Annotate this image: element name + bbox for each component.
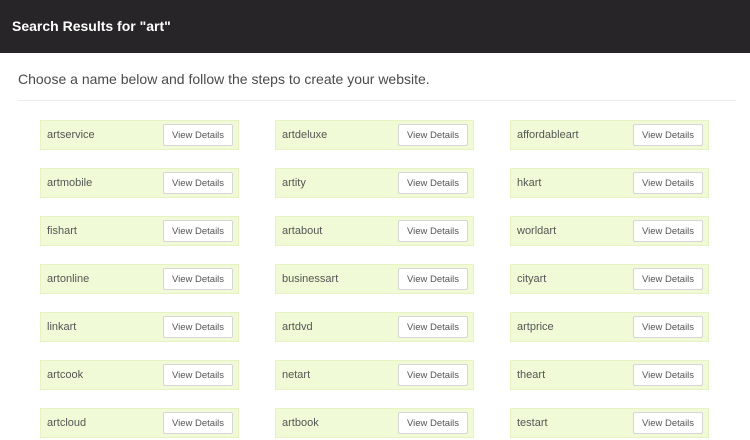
view-details-button[interactable]: View Details [633, 172, 703, 194]
result-name: artity [282, 177, 306, 189]
result-card: affordableart View Details [510, 120, 709, 150]
result-name: artcook [47, 369, 84, 381]
result-card: artabout View Details [275, 216, 474, 246]
result-card: artonline View Details [40, 264, 239, 294]
view-details-button[interactable]: View Details [633, 268, 703, 290]
page-header: Search Results for "art" [0, 0, 750, 53]
result-name: artbook [282, 417, 319, 429]
view-details-button[interactable]: View Details [398, 172, 468, 194]
result-card: linkart View Details [40, 312, 239, 342]
view-details-button[interactable]: View Details [633, 364, 703, 386]
view-details-button[interactable]: View Details [633, 316, 703, 338]
result-card: artdvd View Details [275, 312, 474, 342]
result-card: artmobile View Details [40, 168, 239, 198]
result-name: artdvd [282, 321, 313, 333]
view-details-button[interactable]: View Details [163, 124, 233, 146]
result-card: artcloud View Details [40, 408, 239, 438]
result-card: artbook View Details [275, 408, 474, 438]
result-card: hkart View Details [510, 168, 709, 198]
view-details-button[interactable]: View Details [163, 316, 233, 338]
view-details-button[interactable]: View Details [398, 364, 468, 386]
result-name: artabout [282, 225, 323, 237]
result-name: artdeluxe [282, 129, 328, 141]
result-card: netart View Details [275, 360, 474, 390]
result-card: cityart View Details [510, 264, 709, 294]
result-card: theart View Details [510, 360, 709, 390]
result-card: businessart View Details [275, 264, 474, 294]
view-details-button[interactable]: View Details [163, 220, 233, 242]
view-details-button[interactable]: View Details [398, 124, 468, 146]
result-name: netart [282, 369, 311, 381]
view-details-button[interactable]: View Details [398, 316, 468, 338]
result-name: worldart [517, 225, 557, 237]
result-name: artonline [47, 273, 90, 285]
result-name: artmobile [47, 177, 93, 189]
view-details-button[interactable]: View Details [163, 268, 233, 290]
result-card: artcook View Details [40, 360, 239, 390]
view-details-button[interactable]: View Details [163, 364, 233, 386]
results-grid: artservice View Details artdeluxe View Deta… [40, 120, 710, 438]
view-details-button[interactable]: View Details [398, 220, 468, 242]
result-name: theart [517, 369, 546, 381]
view-details-button[interactable]: View Details [633, 412, 703, 434]
divider [18, 100, 736, 101]
view-details-button[interactable]: View Details [163, 412, 233, 434]
result-name: hkart [517, 177, 542, 189]
result-name: businessart [282, 273, 339, 285]
result-card: fishart View Details [40, 216, 239, 246]
page-title: Search Results for "art" [12, 17, 171, 34]
result-name: artcloud [47, 417, 87, 429]
view-details-button[interactable]: View Details [163, 172, 233, 194]
result-name: testart [517, 417, 548, 429]
result-name: artprice [517, 321, 554, 333]
view-details-button[interactable]: View Details [633, 124, 703, 146]
result-name: cityart [517, 273, 547, 285]
result-card: artdeluxe View Details [275, 120, 474, 150]
result-card: artprice View Details [510, 312, 709, 342]
view-details-button[interactable]: View Details [633, 220, 703, 242]
result-card: worldart View Details [510, 216, 709, 246]
result-card: artity View Details [275, 168, 474, 198]
result-name: fishart [47, 225, 77, 237]
result-card: testart View Details [510, 408, 709, 438]
view-details-button[interactable]: View Details [398, 268, 468, 290]
view-details-button[interactable]: View Details [398, 412, 468, 434]
intro-text: Choose a name below and follow the steps… [18, 71, 430, 87]
result-name: affordableart [517, 129, 579, 141]
result-name: linkart [47, 321, 77, 333]
result-card: artservice View Details [40, 120, 239, 150]
result-name: artservice [47, 129, 95, 141]
